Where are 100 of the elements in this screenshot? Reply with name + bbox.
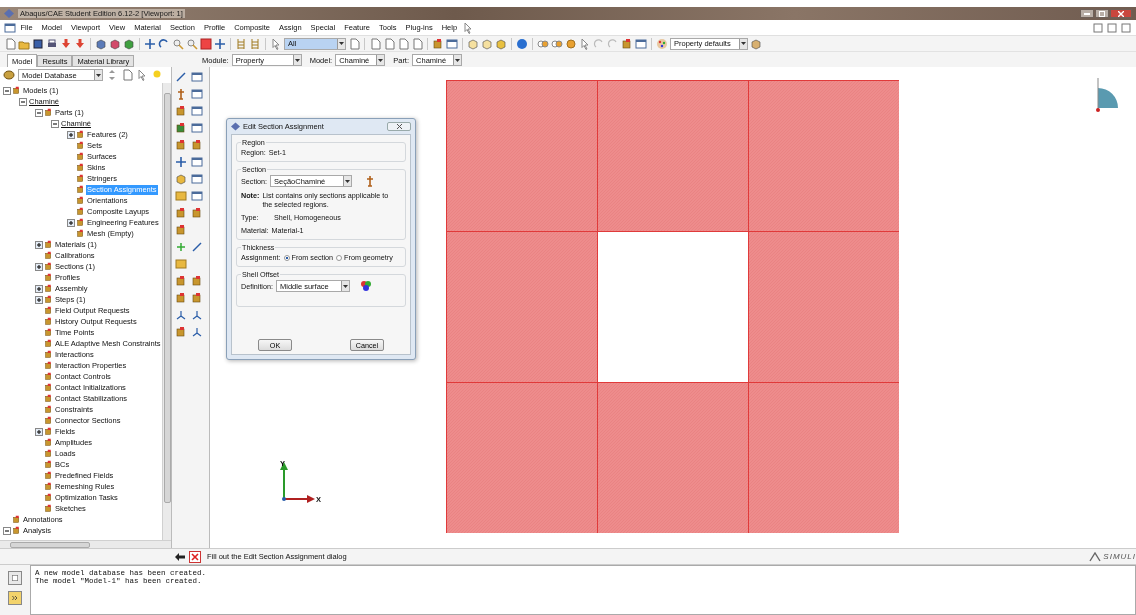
upload-icon[interactable] [74, 37, 86, 50]
block-icon[interactable] [175, 326, 187, 338]
expand-icon[interactable] [35, 284, 43, 293]
close-button[interactable] [1110, 9, 1132, 18]
block-icon[interactable] [175, 292, 187, 304]
collapse-icon[interactable] [3, 86, 11, 95]
vertical-scrollbar[interactable] [162, 83, 171, 540]
tree-item-icon [44, 471, 53, 480]
expand-icon[interactable] [35, 427, 43, 436]
download-icon[interactable] [60, 37, 72, 50]
block-icon[interactable] [175, 275, 187, 287]
table-icon[interactable] [191, 122, 203, 134]
block-icon[interactable] [175, 207, 187, 219]
ladder-icon[interactable] [235, 37, 247, 50]
cube-icon[interactable] [175, 173, 187, 185]
database-icon[interactable] [3, 69, 15, 81]
table-icon[interactable] [191, 105, 203, 117]
collapse-icon[interactable] [35, 108, 43, 117]
zoom-icon[interactable] [172, 37, 184, 50]
circle-icon[interactable] [565, 37, 577, 50]
block-icon[interactable] [191, 139, 203, 151]
plate-icon[interactable] [175, 190, 187, 202]
cube-icon[interactable] [495, 37, 507, 50]
axes-icon[interactable] [191, 326, 203, 338]
brand-name: SIMULI [1103, 552, 1136, 561]
block-icon[interactable] [175, 122, 187, 134]
pointer-icon[interactable] [270, 37, 282, 50]
block-icon[interactable] [432, 37, 444, 50]
tree-item-icon [44, 361, 53, 370]
block-icon[interactable] [621, 37, 633, 50]
ladder-icon[interactable] [249, 37, 261, 50]
tree-item-icon [44, 460, 53, 469]
fit-view-icon[interactable] [200, 37, 212, 50]
tree-item-icon [44, 262, 53, 271]
grid-icon[interactable] [175, 258, 187, 270]
block-icon[interactable] [191, 207, 203, 219]
cube-icon[interactable] [750, 37, 762, 50]
tree-item-icon [44, 493, 53, 502]
block-icon[interactable] [191, 275, 203, 287]
figure-icon[interactable] [175, 88, 187, 100]
tree-item-icon [44, 317, 53, 326]
axes-icon[interactable] [191, 309, 203, 321]
expand-icon[interactable] [35, 295, 43, 304]
cube-icon[interactable] [481, 37, 493, 50]
axes-icon[interactable] [175, 309, 187, 321]
rotate-icon[interactable] [158, 37, 170, 50]
app-menu-icon[interactable] [4, 21, 16, 34]
table-icon[interactable] [191, 173, 203, 185]
section-manager-icon[interactable] [364, 175, 376, 187]
circles-icon[interactable] [537, 37, 549, 50]
tree-item-icon [44, 504, 53, 513]
message-area-button[interactable] [8, 571, 22, 585]
tree-item-icon [76, 141, 85, 150]
palette-icon[interactable] [656, 37, 668, 50]
maximize-button[interactable] [1095, 9, 1109, 18]
collapse-icon[interactable] [3, 526, 11, 535]
expand-icon[interactable] [67, 130, 75, 139]
cube-icon[interactable] [123, 37, 135, 50]
block-icon[interactable] [175, 139, 187, 151]
collapse-icon[interactable] [51, 119, 59, 128]
table-icon[interactable] [191, 88, 203, 100]
tree-item-icon [44, 372, 53, 381]
tree-item-icon [12, 526, 21, 535]
tree-item-icon [44, 350, 53, 359]
table-icon[interactable] [191, 71, 203, 83]
table-icon[interactable] [635, 37, 647, 50]
expand-icon[interactable] [67, 218, 75, 227]
circles-icon[interactable] [551, 37, 563, 50]
cube-icon[interactable] [95, 37, 107, 50]
python-console-button[interactable] [8, 591, 22, 605]
collapse-icon[interactable] [19, 97, 27, 106]
cross-icon[interactable] [175, 156, 187, 168]
box-zoom-icon[interactable] [186, 37, 198, 50]
print-icon[interactable] [46, 37, 58, 50]
expand-icon[interactable] [35, 262, 43, 271]
pointer-icon[interactable] [579, 37, 591, 50]
brand-logo-icon [1089, 551, 1102, 562]
tree-item-icon [44, 240, 53, 249]
info-icon[interactable] [516, 37, 528, 50]
table-icon[interactable] [191, 156, 203, 168]
help-pointer-icon[interactable] [461, 21, 474, 34]
cube-icon[interactable] [467, 37, 479, 50]
save-icon[interactable] [32, 37, 44, 50]
cancel-icon[interactable] [189, 550, 201, 563]
table-icon[interactable] [446, 37, 458, 50]
line-tool-icon[interactable] [191, 241, 203, 253]
new-file-icon[interactable] [4, 37, 16, 50]
dialog-close-button[interactable] [387, 122, 411, 131]
block-icon[interactable] [175, 224, 187, 236]
plus-icon[interactable] [175, 241, 187, 253]
pan-icon[interactable] [144, 37, 156, 50]
tree-item-icon [12, 515, 21, 524]
cube-icon[interactable] [109, 37, 121, 50]
block-icon[interactable] [191, 292, 203, 304]
expand-icon[interactable] [35, 240, 43, 249]
color-wheel-icon[interactable] [359, 280, 372, 292]
block-icon[interactable] [175, 105, 187, 117]
line-tool-icon[interactable] [175, 71, 187, 83]
minimize-button[interactable] [1080, 9, 1094, 18]
table-icon[interactable] [191, 190, 203, 202]
